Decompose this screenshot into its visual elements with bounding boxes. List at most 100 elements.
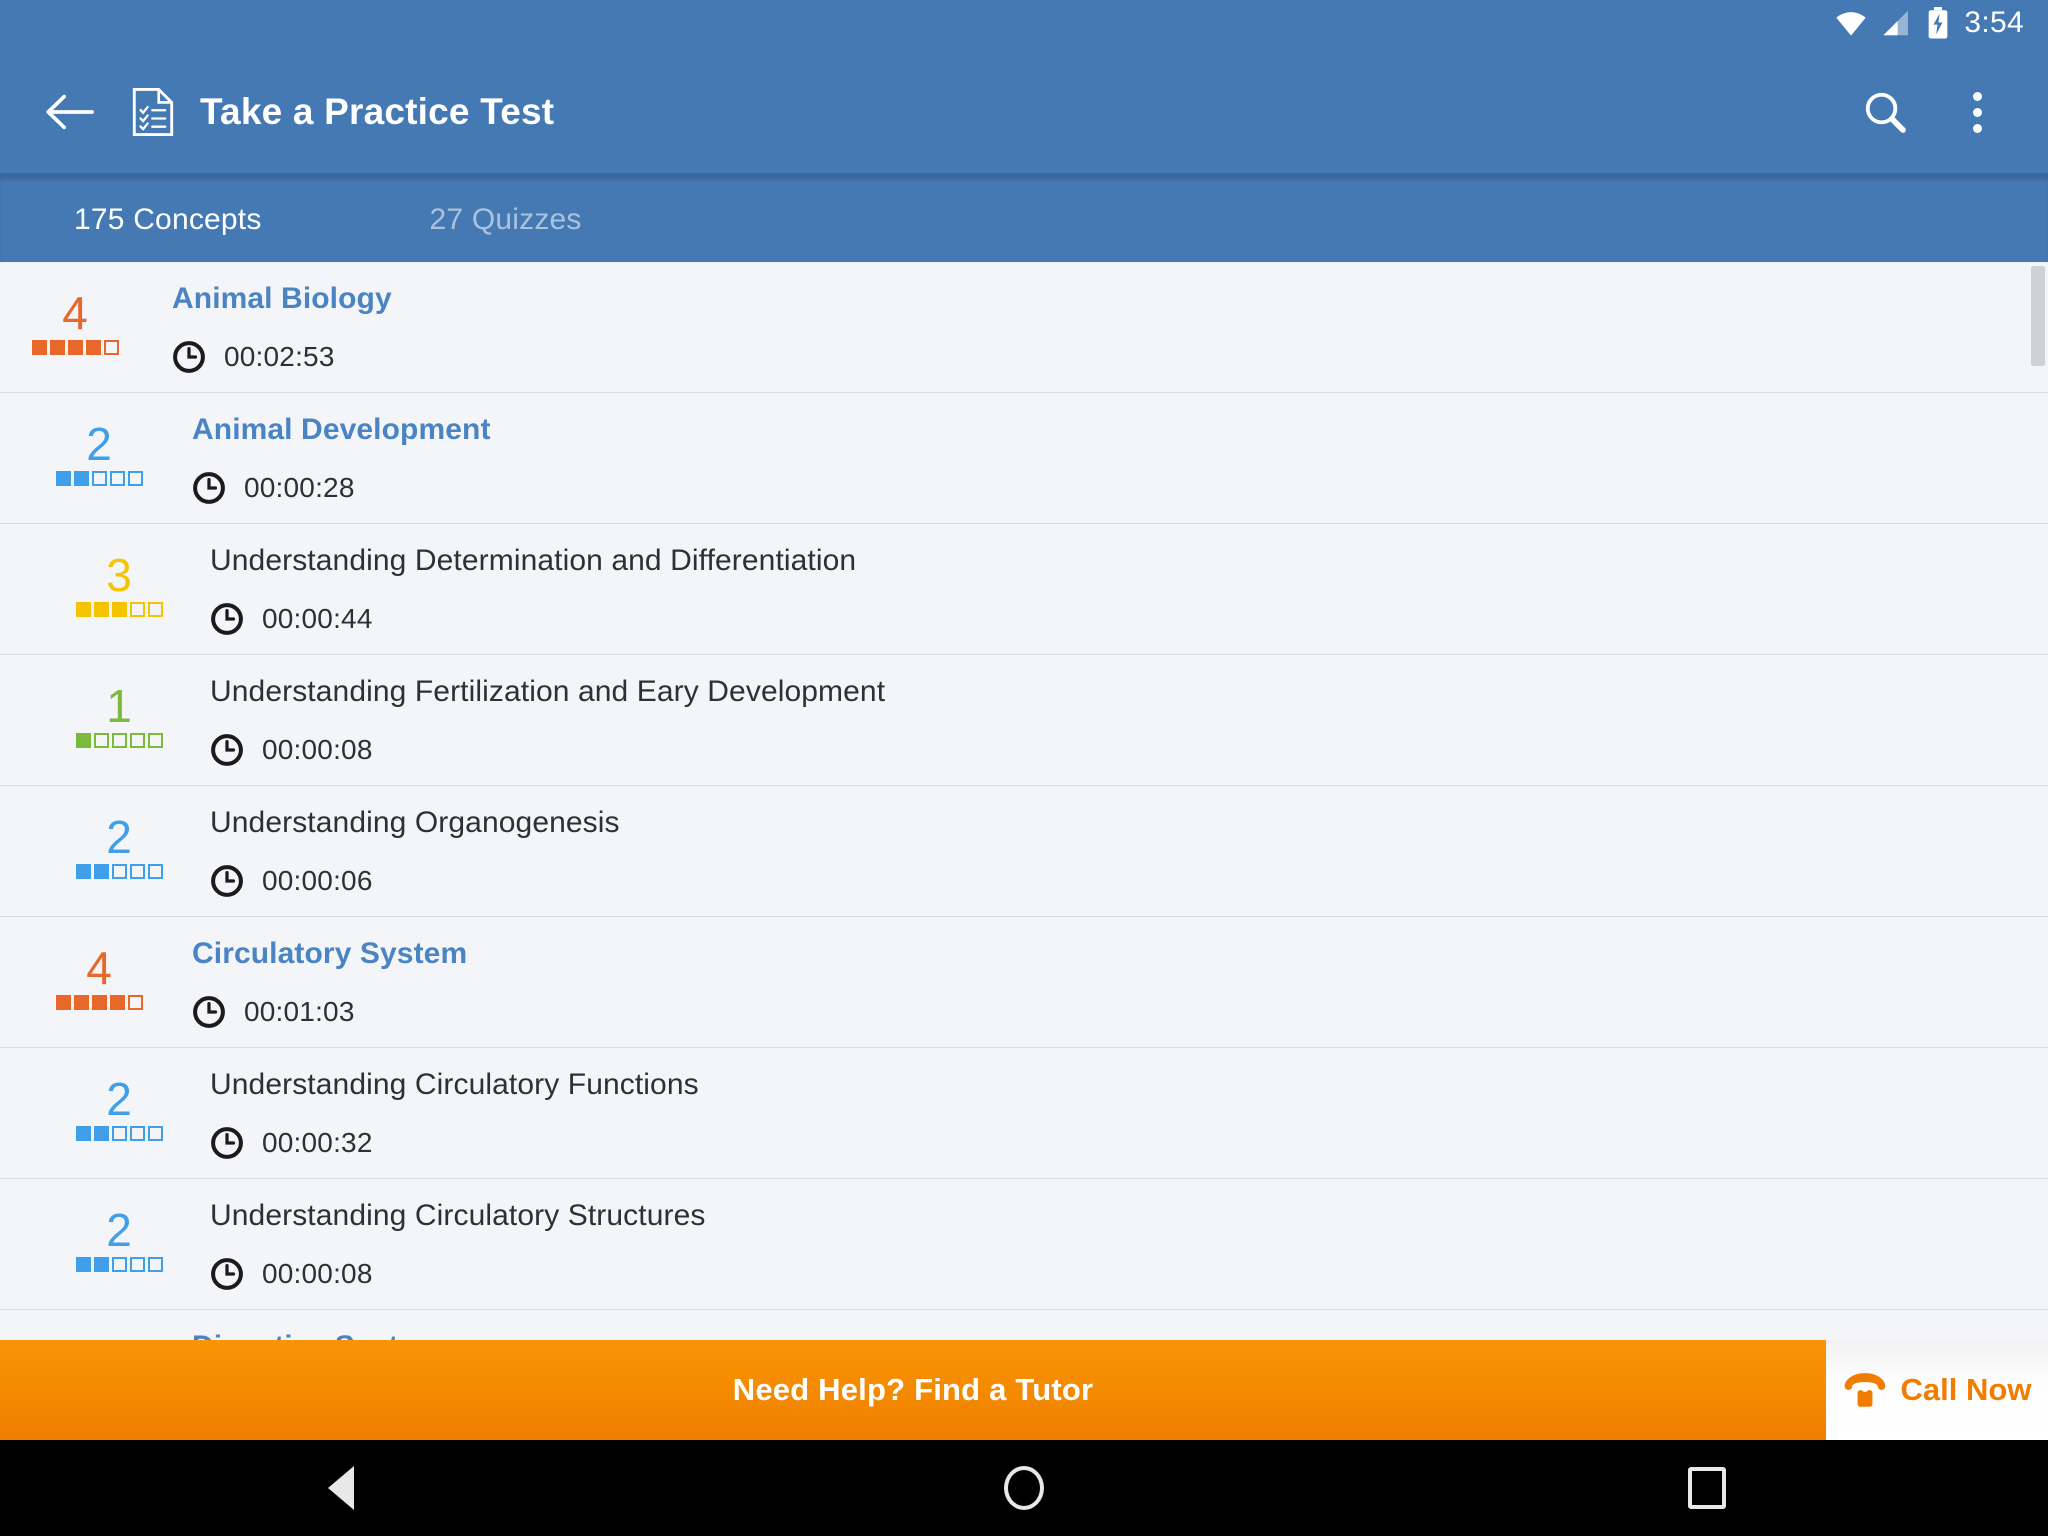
mastery-rating: 2 <box>24 407 174 486</box>
rating-square <box>129 733 145 748</box>
find-a-tutor-button[interactable]: Need Help? Find a Tutor <box>0 1340 1826 1440</box>
list-item-title: Animal Development <box>192 413 491 446</box>
rating-squares <box>75 1126 163 1141</box>
clock-icon <box>211 603 243 635</box>
rating-number: 4 <box>86 942 112 994</box>
list-item[interactable]: 1 Understanding Fertilization and Eary De… <box>0 655 2048 786</box>
rating-square <box>111 1257 127 1272</box>
battery-charging-icon <box>1929 7 1948 39</box>
list-item-title: Digestive System <box>192 1328 2048 1340</box>
list-item-body: Animal Development 00:00:28 <box>150 407 2048 505</box>
time-value: 00:02:53 <box>224 341 335 372</box>
rating-square <box>93 733 109 748</box>
practice-test-document-icon <box>132 87 174 137</box>
clock-icon-wrap <box>210 864 244 898</box>
page-title: Take a Practice Test <box>200 91 555 132</box>
clock-icon <box>193 472 225 504</box>
list-item-body: Digestive System <box>150 1324 2048 1340</box>
time-value: 00:00:28 <box>244 472 355 503</box>
list-item-title: Understanding Determination and Differen… <box>210 544 857 577</box>
mastery-rating: 2 <box>44 1062 194 1141</box>
list-item[interactable]: 2 Understanding Organogenesis 00:00:06 <box>0 786 2048 917</box>
list-item[interactable]: Digestive System <box>0 1310 2048 1340</box>
call-now-label: Call Now <box>1900 1372 2032 1407</box>
status-bar: 3:54 <box>0 0 2048 46</box>
nav-home-button[interactable] <box>964 1440 1084 1536</box>
clock-icon-wrap <box>210 1257 244 1291</box>
rating-square <box>129 1257 145 1272</box>
rating-square <box>129 602 145 617</box>
tab-bar: 175 Concepts 27 Quizzes <box>0 178 2048 262</box>
rating-square <box>55 471 71 486</box>
clock-icon-wrap <box>192 471 226 505</box>
time-spent: 00:00:32 <box>210 1126 2048 1160</box>
clock-icon-wrap <box>192 995 226 1029</box>
rating-square <box>129 864 145 879</box>
list-item-body: Understanding Determination and Differen… <box>150 538 2048 636</box>
call-now-button[interactable]: Call Now <box>1826 1340 2048 1440</box>
rating-square <box>85 340 101 355</box>
tab-concepts[interactable]: 175 Concepts <box>0 178 262 262</box>
list-item-title: Understanding Circulatory Structures <box>210 1199 706 1232</box>
rating-square <box>73 471 89 486</box>
rating-number: 2 <box>106 811 132 863</box>
list-scrollbar-thumb[interactable] <box>2031 266 2045 366</box>
rating-square <box>111 602 127 617</box>
list-item-body: Circulatory System 00:01:03 <box>150 931 2048 1029</box>
nav-recents-button[interactable] <box>1647 1440 1767 1536</box>
time-value: 00:00:44 <box>262 603 373 634</box>
rating-square <box>91 995 107 1010</box>
mastery-rating: 3 <box>44 538 194 617</box>
clock-icon-wrap <box>210 733 244 767</box>
list-item[interactable]: 4 Circulatory System 00:01:03 <box>0 917 2048 1048</box>
time-value: 00:00:06 <box>262 865 373 896</box>
rating-square <box>75 733 91 748</box>
rating-number: 2 <box>106 1073 132 1125</box>
time-spent: 00:00:08 <box>210 733 2048 767</box>
concept-list[interactable]: 4 Animal Biology 00:02:53 2 Animal Developme… <box>0 262 2048 1340</box>
rating-square <box>111 1126 127 1141</box>
list-item[interactable]: 2 Understanding Circulatory Functions 00:0… <box>0 1048 2048 1179</box>
search-icon <box>1865 92 1906 133</box>
rating-square <box>103 340 119 355</box>
time-spent: 00:00:08 <box>210 1257 2048 1291</box>
mastery-rating: 1 <box>44 669 194 748</box>
cell-signal-icon <box>1883 10 1909 36</box>
rating-number: 2 <box>86 418 112 470</box>
rating-square <box>93 602 109 617</box>
clock-icon <box>173 341 205 373</box>
list-item-title: Understanding Organogenesis <box>210 806 620 839</box>
rating-square <box>147 733 163 748</box>
rating-square <box>127 471 143 486</box>
rating-square <box>31 340 47 355</box>
nav-back-icon <box>328 1466 355 1510</box>
list-item[interactable]: 2 Understanding Circulatory Structures 00:… <box>0 1179 2048 1310</box>
list-item-title: Circulatory System <box>192 937 468 970</box>
tab-quizzes[interactable]: 27 Quizzes <box>262 178 582 262</box>
rating-square <box>49 340 65 355</box>
time-spent: 00:01:03 <box>192 995 2048 1029</box>
rating-squares <box>75 1257 163 1272</box>
list-item[interactable]: 3 Understanding Determination and Differe… <box>0 524 2048 655</box>
rating-number: 3 <box>106 549 132 601</box>
nav-back-button[interactable] <box>281 1440 401 1536</box>
time-spent: 00:00:44 <box>210 602 2048 636</box>
back-arrow-icon <box>46 94 94 130</box>
time-value: 00:00:32 <box>262 1127 373 1158</box>
list-item-body: Animal Biology 00:02:53 <box>150 276 2048 374</box>
rating-number: 4 <box>62 287 88 339</box>
telephone-icon <box>1844 1373 1885 1407</box>
rating-squares <box>55 471 143 486</box>
rating-squares <box>55 995 143 1010</box>
back-button[interactable] <box>34 77 104 147</box>
list-item-title: Understanding Circulatory Functions <box>210 1068 699 1101</box>
list-item[interactable]: 4 Animal Biology 00:02:53 <box>0 262 2048 393</box>
overflow-menu-button[interactable] <box>1940 75 2014 149</box>
search-button[interactable] <box>1848 75 1922 149</box>
rating-square <box>147 602 163 617</box>
rating-number: 2 <box>106 1204 132 1256</box>
clock-icon <box>211 1127 243 1159</box>
mastery-rating: 2 <box>44 800 194 879</box>
clock-icon <box>211 865 243 897</box>
list-item[interactable]: 2 Animal Development 00:00:28 <box>0 393 2048 524</box>
